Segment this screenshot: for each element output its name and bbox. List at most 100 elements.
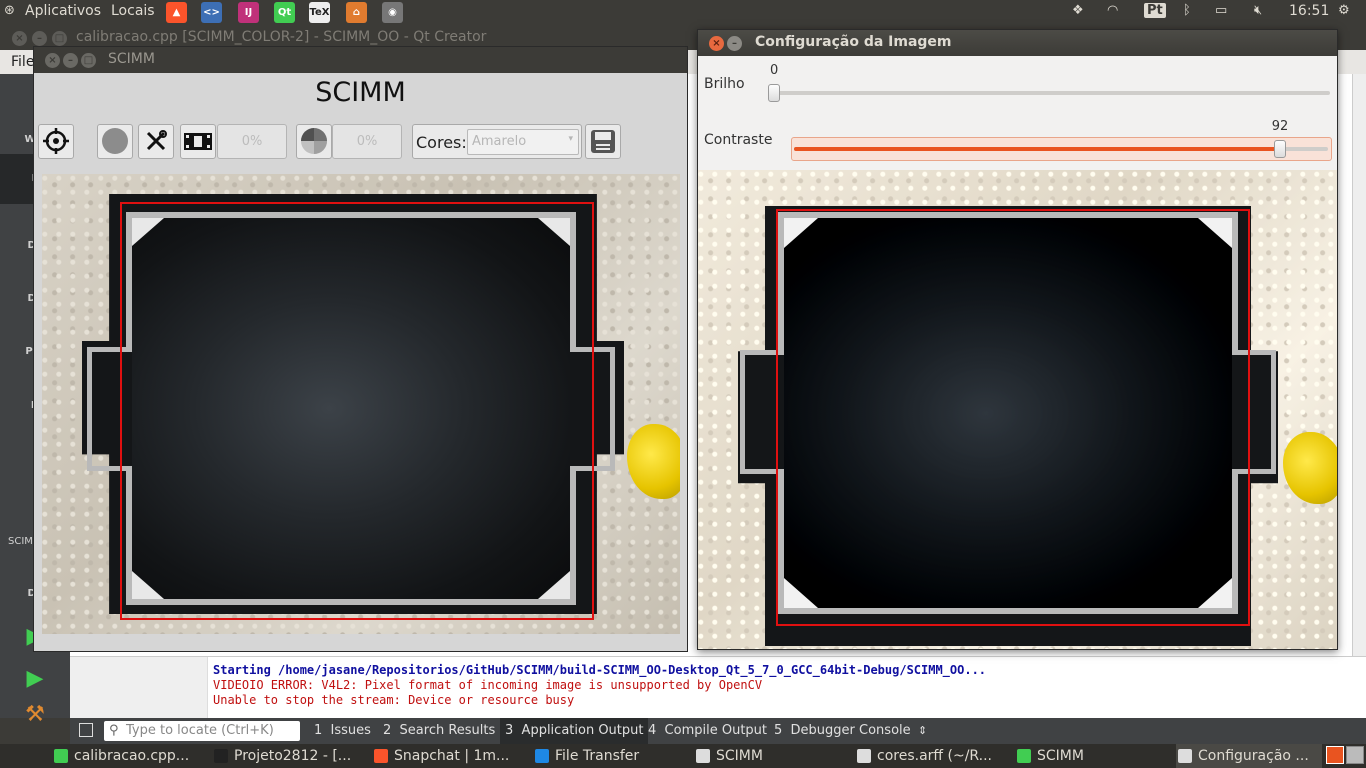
home-folder-launcher-icon[interactable]: ⌂ — [346, 2, 367, 23]
tex-launcher-icon[interactable]: TeX — [309, 2, 330, 23]
task-clion[interactable]: Projeto2812 - [... — [212, 744, 351, 768]
maximize-icon[interactable]: □ — [52, 31, 67, 46]
progress-field-2: 0% — [332, 124, 402, 159]
task-label: SCIMM — [716, 748, 763, 764]
text-editor-icon — [857, 749, 871, 763]
workspace-1[interactable] — [1326, 746, 1344, 764]
bluetooth-icon — [535, 749, 549, 763]
brilho-label: Brilho — [704, 76, 745, 92]
contraste-label: Contraste — [704, 132, 773, 148]
minimize-icon[interactable]: – — [727, 36, 742, 51]
task-scimm-2[interactable]: SCIMM — [1015, 744, 1084, 768]
close-icon[interactable]: × — [12, 31, 27, 46]
screenshot-launcher-icon[interactable]: ◉ — [382, 2, 403, 23]
wifi-icon[interactable]: ◠ — [1107, 3, 1118, 18]
pane-issues[interactable]: 1 Issues — [314, 718, 371, 744]
debug-run-icon[interactable]: ▶ — [0, 666, 70, 691]
power-gear-icon[interactable]: ⚙ — [1338, 3, 1350, 18]
clock[interactable]: 16:51 — [1289, 3, 1329, 19]
task-brave[interactable]: Snapchat | 1m... — [372, 744, 509, 768]
contraste-slider-fill — [794, 147, 1281, 151]
brilho-slider-handle[interactable] — [768, 84, 780, 102]
cores-select[interactable]: Amarelo ▾ — [467, 129, 579, 155]
qtcreator-statusbar: ⚲ Type to locate (Ctrl+K) 1 Issues 2 Sea… — [70, 718, 1366, 744]
pane-application-output[interactable]: 3 Application Output — [500, 718, 649, 744]
maximize-icon[interactable]: □ — [81, 53, 96, 68]
locator-placeholder: Type to locate (Ctrl+K) — [126, 723, 274, 738]
pane-search-results[interactable]: 2 Search Results — [383, 718, 495, 744]
cores-group: Cores: Amarelo ▾ — [412, 124, 582, 159]
locator-input[interactable]: ⚲ Type to locate (Ctrl+K) — [104, 721, 300, 741]
scimm-window-title: SCIMM — [108, 51, 155, 67]
output-line: VIDEOIO ERROR: V4L2: Pixel format of inc… — [213, 678, 763, 692]
task-configuracao[interactable]: Configuração ... — [1176, 744, 1322, 768]
qt-icon — [54, 749, 68, 763]
close-icon[interactable]: × — [709, 36, 724, 51]
calibrate-target-button[interactable] — [38, 124, 74, 159]
workspace-2[interactable] — [1346, 746, 1364, 764]
more-panes-chevron-icon[interactable]: ⇕ — [918, 718, 927, 744]
brilho-slider-track[interactable] — [768, 91, 1330, 95]
output-line: Starting /home/jasane/Repositorios/GitHu… — [213, 663, 987, 677]
code-editor-launcher-icon[interactable]: <> — [201, 2, 222, 23]
tools-icon — [146, 130, 167, 151]
bluetooth-icon[interactable]: ᛒ — [1183, 3, 1191, 18]
contraste-slider-handle[interactable] — [1274, 140, 1287, 158]
editor-split-scrollbar[interactable] — [1352, 500, 1366, 656]
clion-icon — [214, 749, 228, 763]
window-icon — [696, 749, 710, 763]
chevron-down-icon: ▾ — [568, 134, 573, 144]
record-button[interactable] — [97, 124, 133, 159]
toggle-sidebar-icon[interactable] — [79, 723, 93, 737]
places-menu[interactable]: Locais — [111, 3, 155, 19]
pane-debugger-console[interactable]: 5 Debugger Console — [774, 718, 911, 744]
ubuntu-logo-icon[interactable]: ⊛ — [4, 3, 15, 18]
qt-launcher-icon[interactable]: Qt — [274, 2, 295, 23]
task-scimm[interactable]: SCIMM — [694, 744, 763, 768]
bottom-taskbar: calibracao.cpp... Projeto2812 - [... Sna… — [0, 744, 1366, 768]
menu-file[interactable]: File — [11, 54, 34, 70]
editor-scrollbar[interactable] — [1352, 74, 1366, 500]
volume-muted-icon[interactable]: 🔇︎ — [1254, 3, 1262, 18]
task-text-editor[interactable]: cores.arff (~/R... — [855, 744, 992, 768]
window-icon — [1178, 749, 1192, 763]
minimize-icon[interactable]: – — [32, 31, 47, 46]
progress-field-1: 0% — [217, 124, 287, 159]
keyboard-layout-indicator[interactable]: Pt — [1144, 3, 1166, 18]
intellij-launcher-icon[interactable]: IJ — [238, 2, 259, 23]
record-circle-icon — [102, 128, 128, 154]
apps-menu[interactable]: Aplicativos — [25, 3, 101, 19]
task-file-transfer[interactable]: File Transfer — [533, 744, 639, 768]
contraste-value: 92 — [1271, 119, 1289, 134]
scimm-heading: SCIMM — [315, 77, 406, 108]
application-output-pane[interactable]: Starting /home/jasane/Repositorios/GitHu… — [70, 656, 1366, 719]
film-strip-icon — [184, 133, 212, 150]
top-panel: ⊛ Aplicativos Locais ▲ <> IJ Qt TeX ⌂ ◉ … — [0, 0, 1366, 25]
crosshair-icon — [43, 128, 69, 154]
brave-launcher-icon[interactable]: ▲ — [166, 2, 187, 23]
camera-view-adjusted[interactable] — [698, 170, 1337, 649]
close-icon[interactable]: × — [45, 53, 60, 68]
color-wheel-button[interactable] — [296, 124, 332, 159]
output-gutter — [70, 657, 208, 719]
config-window: × – Configuração da Imagem Brilho 0 Cont… — [697, 29, 1338, 650]
camera-view-original[interactable] — [42, 174, 680, 634]
cores-select-value: Amarelo — [472, 134, 527, 149]
task-label: Snapchat | 1m... — [394, 748, 510, 764]
film-button[interactable] — [180, 124, 216, 159]
task-qtcreator[interactable]: calibracao.cpp... — [52, 744, 189, 768]
task-label: calibracao.cpp... — [74, 748, 190, 764]
color-wheel-icon — [301, 128, 327, 154]
detection-rectangle — [776, 209, 1250, 626]
tools-button[interactable] — [138, 124, 174, 159]
scimm-titlebar: × – □ SCIMM — [34, 47, 687, 73]
save-button[interactable] — [585, 124, 621, 159]
brilho-value: 0 — [770, 63, 779, 78]
search-icon: ⚲ — [109, 723, 119, 738]
build-hammer-icon[interactable]: ⚒ — [0, 702, 70, 727]
qt-icon — [1017, 749, 1031, 763]
pane-compile-output[interactable]: 4 Compile Output — [648, 718, 767, 744]
dropbox-icon[interactable]: ❖ — [1072, 3, 1084, 18]
minimize-icon[interactable]: – — [63, 53, 78, 68]
battery-icon[interactable]: ▭ — [1215, 3, 1227, 18]
